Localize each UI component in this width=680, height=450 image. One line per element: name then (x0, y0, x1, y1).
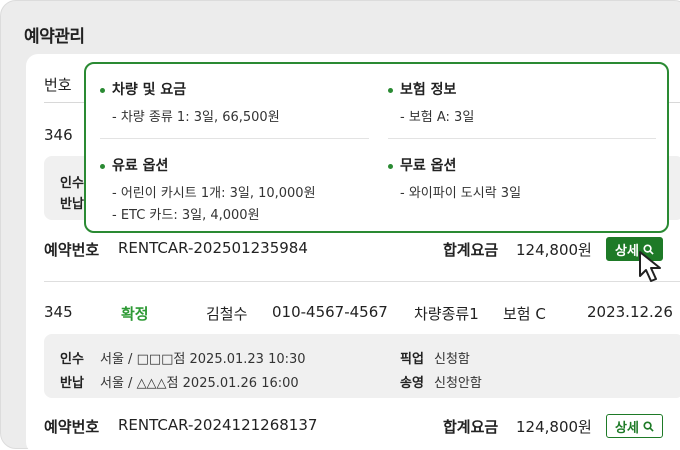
mouse-pointer-icon (639, 251, 661, 282)
insurance-type: 보험 C (503, 305, 546, 323)
column-header-number[interactable]: 번호 (44, 74, 72, 95)
section-title: 차량 및 요금 (112, 82, 187, 98)
insurance-item: - 보험 A: 3일 (400, 110, 475, 125)
reservation-detail-popover: 차량 및 요금 - 차량 종류 1: 3일, 66,500원 보험 정보 - 보… (84, 62, 669, 233)
page-title: 예약관리 (24, 27, 85, 47)
customer-name: 김철수 (206, 305, 248, 323)
row-divider (44, 281, 680, 282)
popover-section-insurance: 보험 정보 (388, 79, 456, 99)
bullet-dot (100, 87, 105, 93)
pickup-label: 인수 (60, 176, 84, 191)
section-title: 유료 옵션 (112, 158, 169, 174)
total-fee-label: 합계요금 (443, 418, 499, 436)
paid-option-item: - 어린이 카시트 1개: 3일, 10,000원 (112, 186, 316, 201)
row-number: 346 (44, 126, 73, 144)
free-option-item: - 와이파이 도시락 3일 (400, 186, 522, 201)
pickup-service-value: 신청함 (434, 352, 470, 367)
row-detail-box: 인수 서울 / □□□점 2025.01.23 10:30 픽업 신청함 반납 … (44, 334, 680, 398)
reservation-number: RENTCAR-2024121268137 (118, 416, 318, 434)
return-label: 반납 (60, 376, 84, 391)
reservation-number-label: 예약번호 (44, 418, 100, 436)
pickup-label: 인수 (60, 352, 84, 367)
reservation-number-label: 예약번호 (44, 241, 100, 259)
vehicle-item: - 차량 종류 1: 3일, 66,500원 (112, 110, 280, 125)
total-fee-value: 124,800원 (516, 418, 592, 436)
paid-option-item: - ETC 카드: 3일, 4,000원 (112, 208, 260, 223)
return-label: 반납 (60, 197, 84, 212)
popover-section-paid-options: 유료 옵션 (100, 155, 168, 175)
pickup-value: 서울 / □□□점 2025.01.23 10:30 (100, 352, 306, 367)
transfer-label: 송영 (400, 376, 424, 391)
bullet-dot (388, 87, 393, 93)
search-icon (643, 420, 654, 432)
bullet-dot (100, 163, 105, 169)
popover-divider (100, 138, 369, 139)
reservation-number: RENTCAR-202501235984 (118, 239, 308, 257)
transfer-value: 신청안함 (434, 376, 482, 391)
detail-button-label: 상세 (615, 243, 639, 259)
row-number: 345 (44, 303, 73, 321)
section-title: 무료 옵션 (400, 158, 457, 174)
return-value: 서울 / △△△점 2025.01.26 16:00 (100, 376, 299, 391)
total-fee-label: 합계요금 (443, 241, 499, 259)
popover-divider (388, 138, 656, 139)
detail-button-label: 상세 (615, 420, 639, 436)
reservation-date: 2023.12.26 (587, 303, 673, 321)
popover-section-free-options: 무료 옵션 (388, 155, 456, 175)
car-type: 차량종류1 (414, 305, 479, 323)
section-title: 보험 정보 (400, 82, 457, 98)
phone-number: 010-4567-4567 (272, 303, 388, 321)
detail-button[interactable]: 상세 (606, 414, 663, 438)
status-badge: 확정 (121, 305, 149, 323)
pickup-service-label: 픽업 (400, 352, 424, 367)
popover-section-vehicle: 차량 및 요금 (100, 79, 186, 99)
total-fee-value: 124,800원 (516, 241, 592, 259)
bullet-dot (388, 163, 393, 169)
